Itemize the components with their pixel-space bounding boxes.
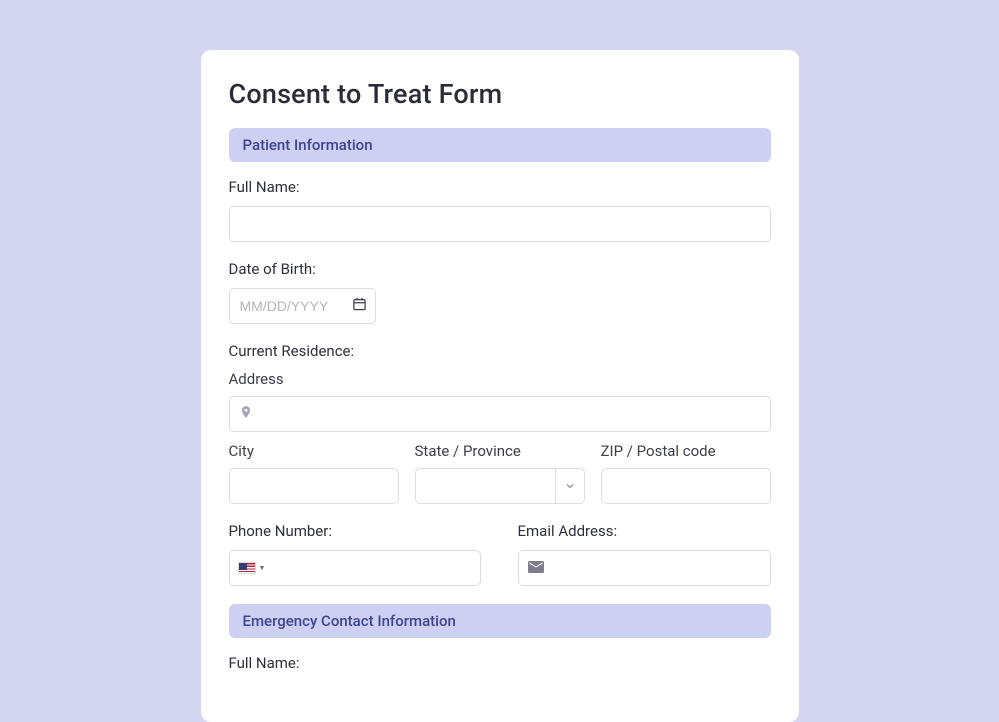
- input-zip[interactable]: [601, 468, 771, 504]
- label-email: Email Address:: [518, 522, 771, 540]
- select-state[interactable]: [415, 468, 585, 504]
- input-city[interactable]: [229, 468, 399, 504]
- label-full-name-2: Full Name:: [229, 654, 771, 672]
- input-email[interactable]: [518, 550, 771, 586]
- section-patient-info: Patient Information: [229, 128, 771, 162]
- input-phone[interactable]: [229, 550, 481, 586]
- form-card: Consent to Treat Form Patient Informatio…: [201, 50, 799, 722]
- label-residence: Current Residence:: [229, 342, 771, 360]
- section-emergency-info: Emergency Contact Information: [229, 604, 771, 638]
- field-residence: Current Residence: Address: [229, 342, 771, 432]
- label-address: Address: [229, 370, 771, 388]
- flag-selector[interactable]: ▼: [238, 562, 266, 574]
- input-dob[interactable]: [229, 288, 376, 324]
- label-phone: Phone Number:: [229, 522, 482, 540]
- us-flag-icon: [238, 562, 256, 574]
- label-zip: ZIP / Postal code: [601, 442, 771, 460]
- row-phone-email: Phone Number: ▼ Email Address:: [229, 522, 771, 586]
- label-full-name: Full Name:: [229, 178, 771, 196]
- label-state: State / Province: [415, 442, 585, 460]
- input-address[interactable]: [229, 396, 771, 432]
- label-city: City: [229, 442, 399, 460]
- field-dob: Date of Birth:: [229, 260, 771, 324]
- row-city-state-zip: City State / Province ZIP / Postal code: [229, 442, 771, 504]
- page-title: Consent to Treat Form: [229, 78, 771, 110]
- field-full-name: Full Name:: [229, 178, 771, 242]
- input-full-name[interactable]: [229, 206, 771, 242]
- field-full-name-2: Full Name:: [229, 654, 771, 672]
- label-dob: Date of Birth:: [229, 260, 771, 278]
- chevron-down-icon: ▼: [259, 564, 266, 572]
